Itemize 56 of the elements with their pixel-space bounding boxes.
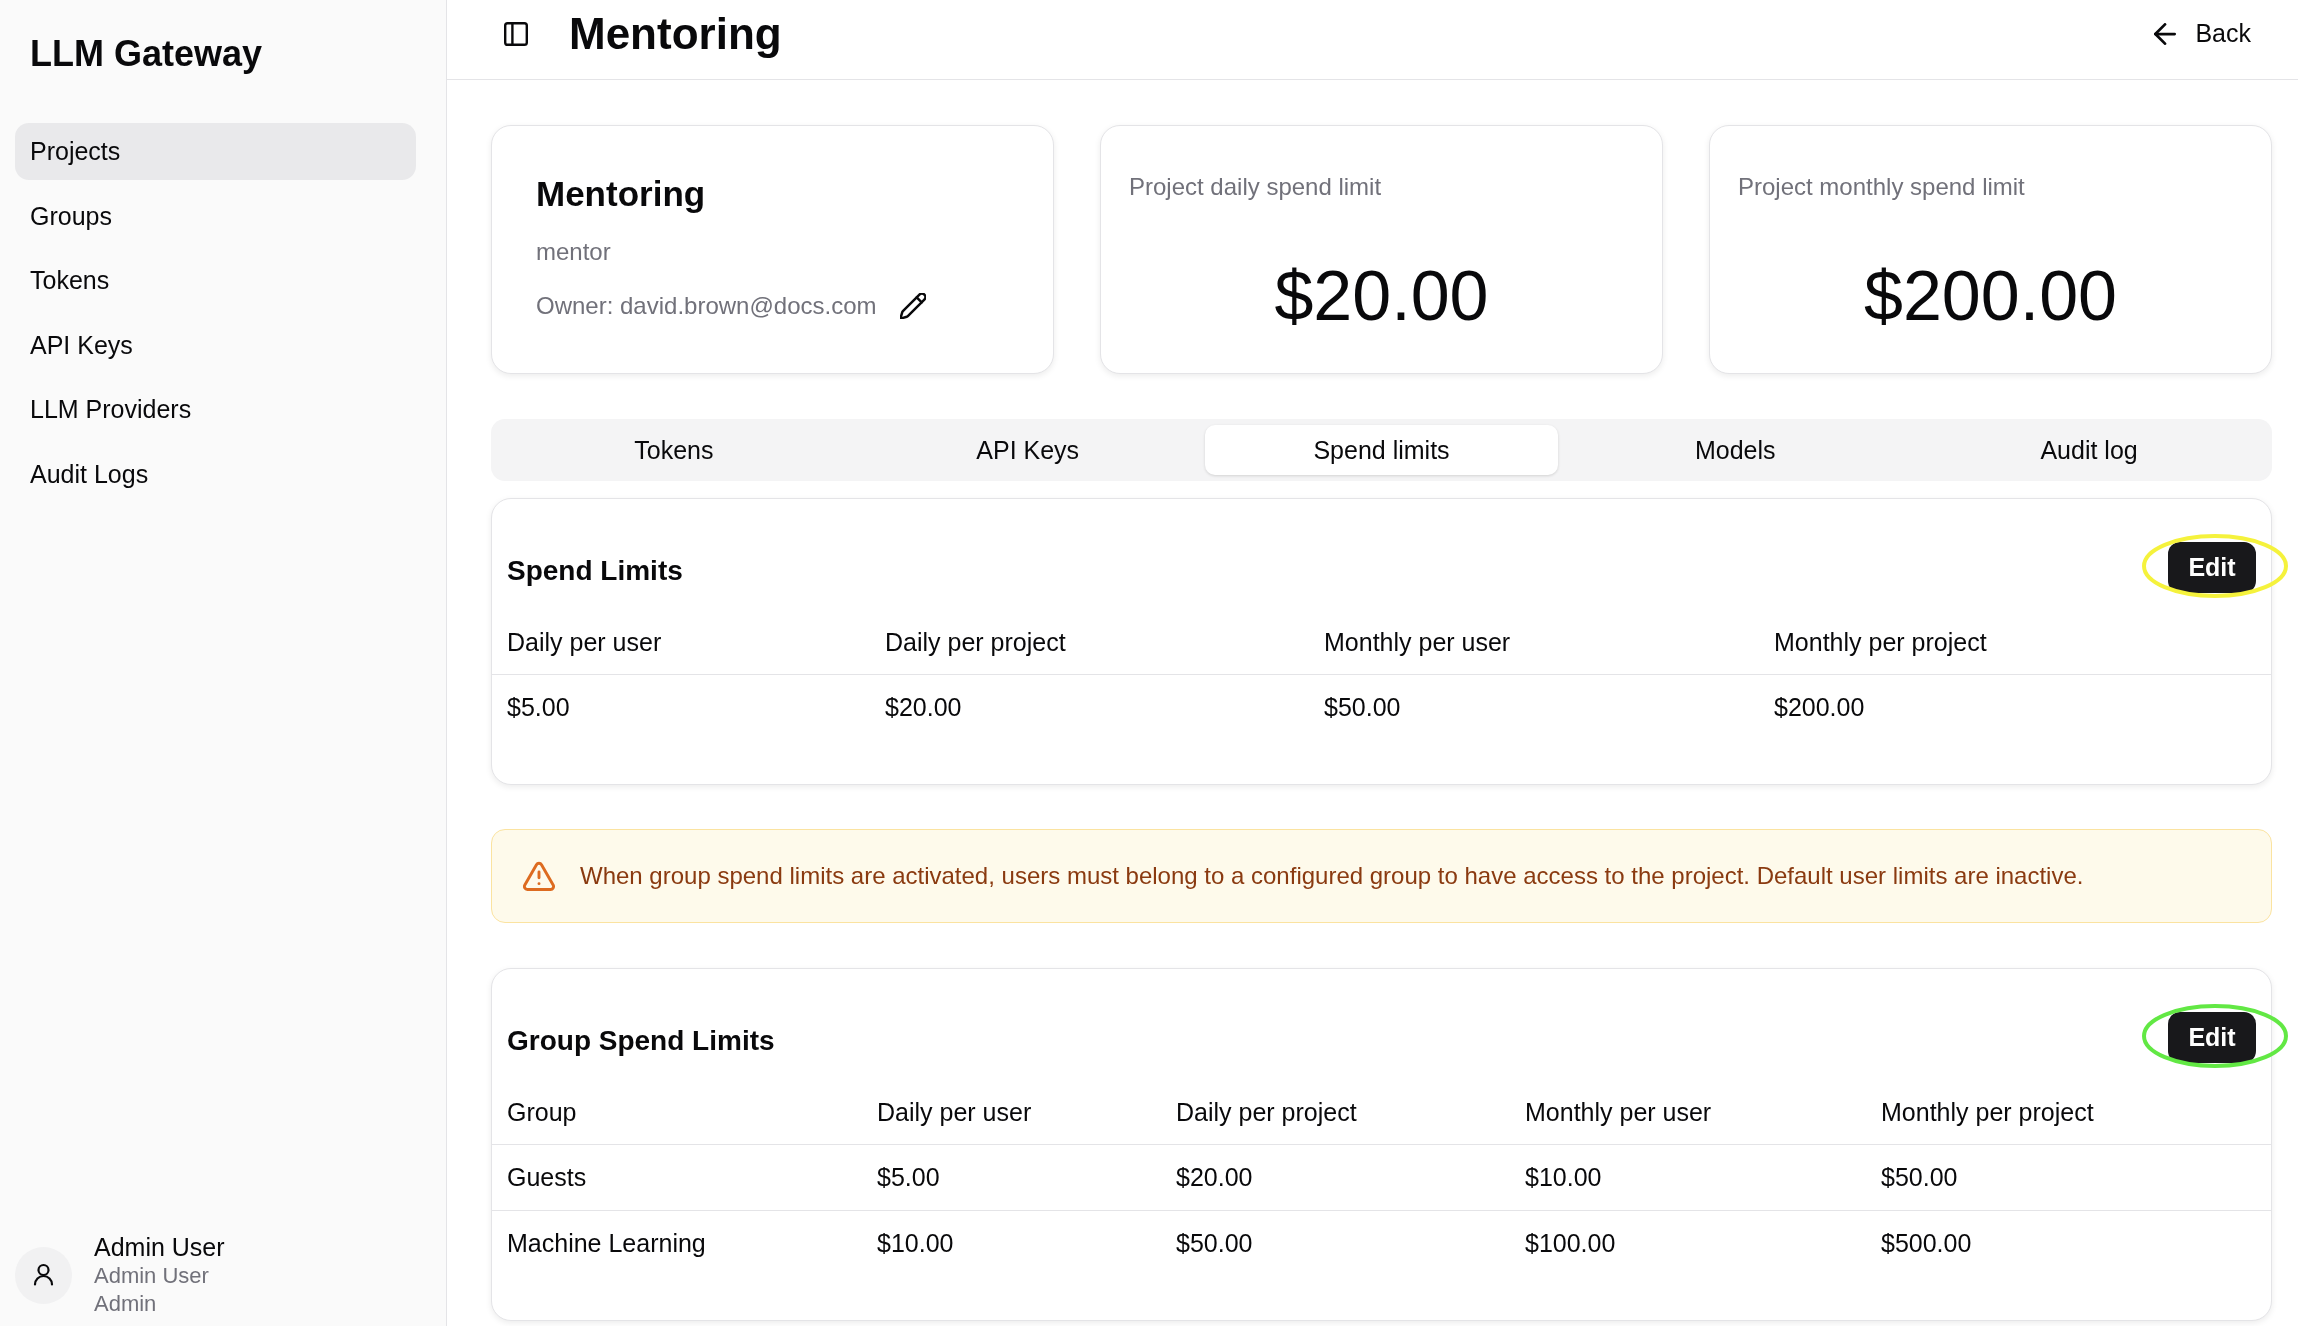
page-title: Mentoring bbox=[569, 7, 782, 60]
tab[interactable]: API Keys bbox=[850, 425, 1205, 475]
table-cell: $10.00 bbox=[877, 1229, 954, 1258]
table-cell: $50.00 bbox=[1324, 693, 1401, 722]
user-avatar-icon bbox=[15, 1246, 72, 1304]
table-cell: $50.00 bbox=[1881, 1163, 1958, 1192]
nav-item[interactable]: Projects bbox=[15, 123, 416, 180]
user-display-name: Admin User bbox=[94, 1262, 209, 1290]
table-cell: Guests bbox=[507, 1163, 587, 1192]
stat-label: Project daily spend limit bbox=[1129, 172, 1382, 202]
nav-item[interactable]: Tokens bbox=[15, 252, 416, 309]
column-header: Monthly per project bbox=[1774, 627, 1987, 657]
column-header: Group bbox=[507, 1097, 577, 1127]
table-cell: $20.00 bbox=[1176, 1163, 1253, 1192]
pencil-icon[interactable] bbox=[899, 293, 926, 319]
warning-icon bbox=[523, 860, 555, 892]
nav-item[interactable]: API Keys bbox=[15, 316, 416, 374]
tab[interactable]: Models bbox=[1558, 425, 1913, 475]
tab[interactable]: Tokens bbox=[497, 425, 851, 475]
alert-text: When group spend limits are activated, users must belong to a configured group to have access to the project. Default user limits are inactive. bbox=[580, 862, 2084, 890]
tab[interactable]: Audit log bbox=[1912, 425, 2266, 475]
back-button[interactable]: Back bbox=[2154, 19, 2251, 48]
user-role: Admin bbox=[94, 1290, 157, 1318]
stat-label: Project monthly spend limit bbox=[1738, 172, 2025, 202]
table-cell: $5.00 bbox=[507, 693, 570, 722]
table-cell: $500.00 bbox=[1881, 1229, 1972, 1258]
edit-button[interactable]: Edit bbox=[2168, 1012, 2256, 1063]
column-header: Monthly per project bbox=[1881, 1097, 2094, 1127]
column-header: Monthly per user bbox=[1525, 1097, 1712, 1127]
column-header: Daily per user bbox=[507, 627, 662, 657]
table-cell: $50.00 bbox=[1176, 1229, 1253, 1258]
column-header: Daily per project bbox=[1176, 1097, 1357, 1127]
section-title: Group Spend Limits bbox=[507, 1023, 775, 1057]
stat-value: $20.00 bbox=[1274, 256, 1489, 337]
table-cell: Machine Learning bbox=[507, 1229, 706, 1258]
tab[interactable]: Spend limits bbox=[1204, 425, 1559, 475]
table-cell: $100.00 bbox=[1525, 1229, 1616, 1258]
nav-item[interactable]: Audit Logs bbox=[15, 445, 416, 503]
project-slug: mentor bbox=[536, 237, 611, 267]
nav-item[interactable]: Groups bbox=[15, 187, 416, 245]
table-cell: $5.00 bbox=[877, 1163, 940, 1192]
stat-value: $200.00 bbox=[1863, 256, 2117, 337]
section-title: Spend Limits bbox=[507, 553, 683, 587]
sidebar-toggle-icon[interactable] bbox=[504, 21, 528, 46]
column-header: Daily per project bbox=[885, 627, 1066, 657]
app-title: LLM Gateway bbox=[30, 32, 263, 76]
owner-text: Owner: david.brown@docs.com bbox=[536, 291, 877, 321]
table-cell: $200.00 bbox=[1774, 693, 1865, 722]
column-header: Monthly per user bbox=[1324, 627, 1511, 657]
project-name: Mentoring bbox=[536, 173, 706, 215]
column-header: Daily per user bbox=[877, 1097, 1032, 1127]
table-cell: $10.00 bbox=[1525, 1163, 1602, 1192]
table-cell: $20.00 bbox=[885, 693, 962, 722]
edit-button[interactable]: Edit bbox=[2168, 542, 2256, 593]
user-name: Admin User bbox=[94, 1232, 225, 1262]
nav-item[interactable]: LLM Providers bbox=[15, 381, 416, 438]
